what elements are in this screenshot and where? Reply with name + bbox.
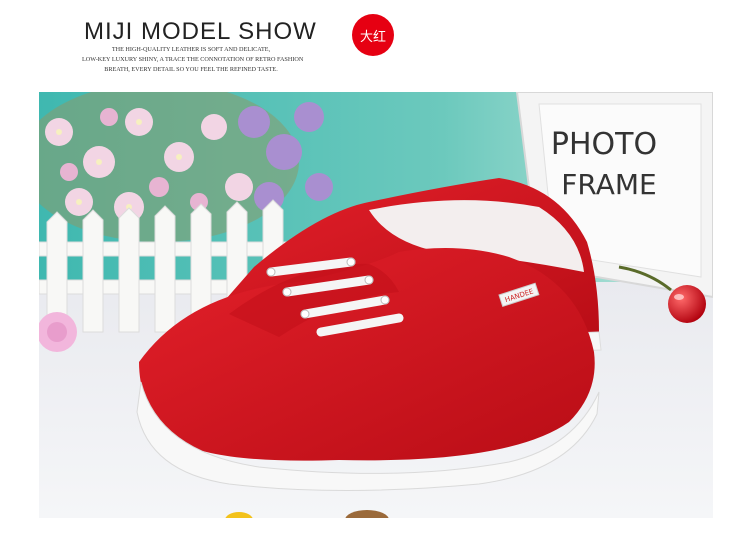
page-title: MIJI MODEL SHOW bbox=[84, 18, 317, 45]
subtitle-line: THE HIGH-QUALITY LEATHER IS SOFT AND DEL… bbox=[111, 46, 271, 53]
header: MIJI MODEL SHOW THE HIGH-QUALITY LEATHER… bbox=[0, 0, 750, 92]
frame-text-photo: PHOTO bbox=[551, 127, 657, 162]
product-photo: PHOTO FRAME HANDEE bbox=[39, 92, 713, 518]
subtitle-line: LOW-KEY LUXURY SHINY, A TRACE THE CONNOT… bbox=[82, 56, 304, 63]
color-badge: 大红 bbox=[352, 14, 394, 56]
product-photo-illustration: PHOTO FRAME HANDEE bbox=[39, 92, 713, 518]
subtitle-line: BREATH, EVERY DETAIL SO YOU FEEL THE REF… bbox=[104, 66, 278, 73]
frame-text-frame: FRAME bbox=[561, 168, 656, 201]
subtitle: THE HIGH-QUALITY LEATHER IS SOFT AND DEL… bbox=[82, 45, 304, 75]
